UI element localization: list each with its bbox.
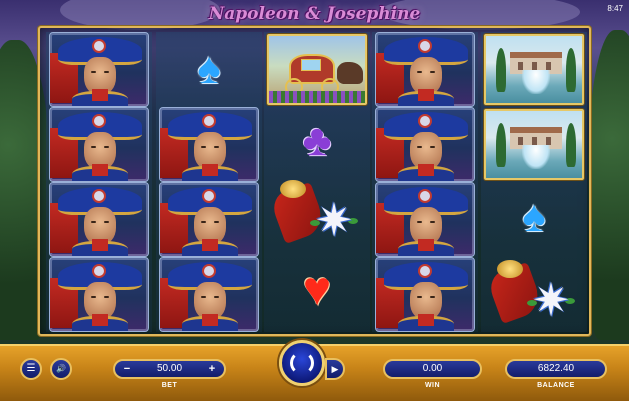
reel-3: ♣ ✷ ♥: [264, 32, 370, 332]
balance-label: BALANCE: [537, 382, 575, 389]
spin-arrows-icon: [290, 351, 314, 375]
sound-button[interactable]: 🔊: [50, 358, 72, 380]
balance-display: 6822.40: [505, 359, 607, 379]
sound-icon: 🔊: [56, 364, 66, 373]
fountain-symbol: [484, 109, 584, 180]
napoleon-symbol: [159, 107, 259, 182]
napoleon-symbol: [159, 182, 259, 257]
spade-symbol: ♠: [522, 192, 546, 241]
club-symbol: ♣: [302, 116, 332, 165]
tree-right: [588, 30, 629, 340]
napoleon-symbol: [375, 257, 475, 332]
menu-button[interactable]: ☰: [20, 358, 42, 380]
napoleon-symbol: [49, 32, 149, 107]
win-label: WIN: [424, 382, 441, 389]
carriage-symbol: [267, 34, 367, 105]
napoleon-symbol: [375, 107, 475, 182]
napoleon-symbol: [375, 182, 475, 257]
napoleon-symbol: [375, 32, 475, 107]
clock: 8:47: [607, 4, 623, 13]
balance-value: 6822.40: [537, 363, 575, 374]
napoleon-symbol: [49, 257, 149, 332]
reel-1: [46, 32, 152, 332]
heart-symbol: ♥: [302, 263, 332, 316]
autoplay-button[interactable]: ▶: [325, 358, 345, 380]
reel-4: [372, 32, 478, 332]
medal-symbol: ✷: [485, 260, 583, 330]
spade-symbol: ♠: [197, 44, 221, 93]
napoleon-symbol: [159, 257, 259, 332]
control-bar: ☰ 🔊 − 50.00 + BET ▶ 0.00 WIN 6822.40 BAL…: [0, 340, 629, 401]
reel-5: ♠ ✷: [481, 32, 587, 332]
medal-star-icon: ✷: [531, 274, 571, 326]
bet-decrease-button[interactable]: −: [119, 361, 135, 377]
reel-2: ♠: [156, 32, 262, 332]
bet-increase-button[interactable]: +: [204, 361, 220, 377]
napoleon-symbol: [49, 107, 149, 182]
play-icon: ▶: [331, 364, 339, 374]
bet-value: 50.00: [156, 363, 183, 374]
bet-control: − 50.00 +: [113, 359, 226, 379]
spin-button[interactable]: [279, 340, 325, 386]
medal-star-icon: ✷: [314, 194, 354, 246]
win-value: 0.00: [422, 363, 443, 374]
game-title: Napoleon & Josephine: [208, 4, 421, 24]
bet-label: BET: [161, 382, 178, 389]
medal-symbol: ✷: [268, 180, 366, 250]
reels-frame: ♠ ♣ ✷ ♥ ♠ ✷: [38, 26, 591, 336]
win-display: 0.00: [383, 359, 482, 379]
napoleon-symbol: [49, 182, 149, 257]
fountain-symbol: [484, 34, 584, 105]
menu-icon: ☰: [26, 363, 36, 374]
